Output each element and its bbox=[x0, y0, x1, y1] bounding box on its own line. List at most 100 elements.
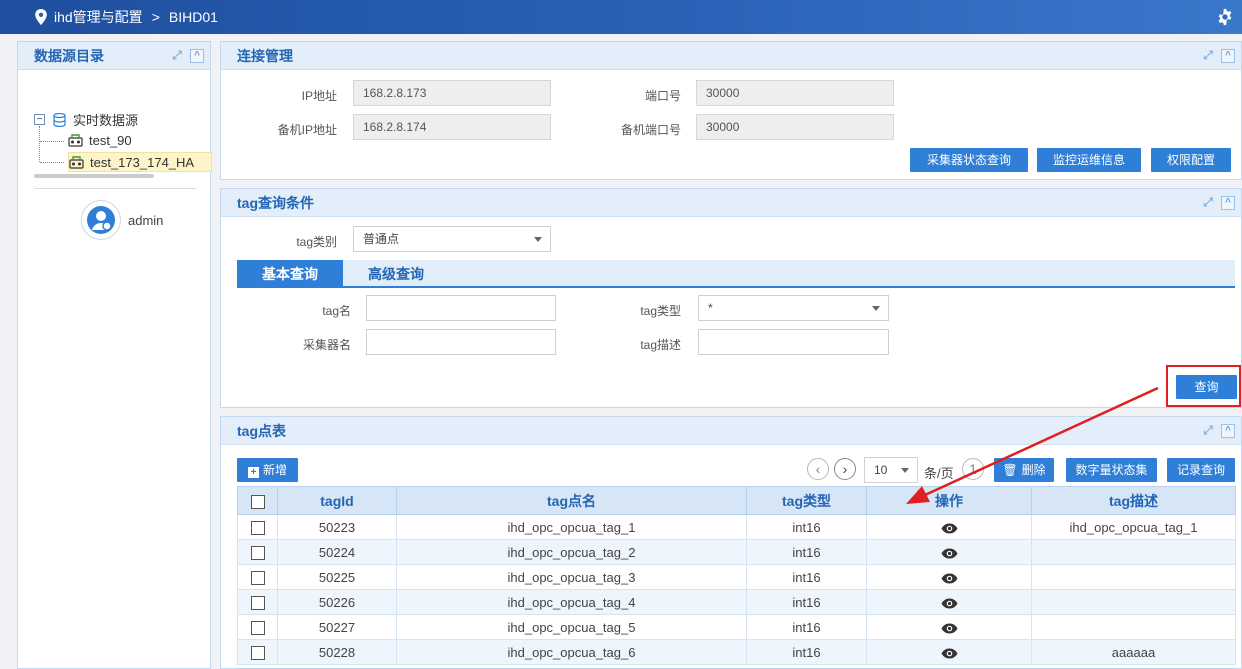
column-header-tag-name[interactable]: tag点名 bbox=[396, 486, 747, 515]
tree-node-test-90[interactable]: test_90 bbox=[68, 130, 136, 150]
tag-type-cell: int16 bbox=[746, 514, 867, 540]
collapse-icon[interactable]: ^ bbox=[1221, 196, 1235, 210]
row-checkbox[interactable] bbox=[250, 595, 265, 610]
port-label: 端口号 bbox=[644, 89, 681, 103]
page-number-icon[interactable]: 1 bbox=[962, 458, 984, 480]
tag-category-select[interactable]: 普通点 bbox=[353, 226, 551, 252]
tree-root-label: 实时数据源 bbox=[73, 113, 139, 128]
breadcrumb-current: BIHD01 bbox=[168, 9, 218, 25]
collector-status-button[interactable]: 采集器状态查询 bbox=[910, 148, 1028, 172]
next-page-icon[interactable]: › bbox=[834, 458, 856, 480]
eye-icon[interactable] bbox=[941, 598, 958, 609]
database-icon bbox=[53, 112, 66, 127]
collector-name-input[interactable] bbox=[366, 329, 556, 355]
query-panel: tag查询条件 ⤢ ^ tag类别 普通点 基本查询 高级查询 tag名 tag… bbox=[220, 188, 1242, 408]
tree-connector bbox=[40, 141, 64, 142]
tree-node-test-173-174-ha[interactable]: test_173_174_HA bbox=[68, 152, 212, 172]
row-checkbox[interactable] bbox=[250, 545, 265, 560]
tag-desc-input[interactable] bbox=[698, 329, 889, 355]
table-row[interactable]: 50224 ihd_opc_opcua_tag_2 int16 bbox=[237, 539, 1236, 565]
select-all-cell[interactable] bbox=[237, 486, 278, 515]
user-info[interactable]: admin bbox=[81, 200, 163, 240]
expand-icon[interactable]: ⤢ bbox=[1201, 424, 1215, 438]
tag-type-cell: int16 bbox=[746, 539, 867, 565]
collapse-icon[interactable]: ^ bbox=[1221, 49, 1235, 63]
tag-type-label: tag类型 bbox=[640, 304, 681, 318]
tree-scrollbar[interactable] bbox=[34, 174, 154, 178]
breadcrumb-separator: > bbox=[151, 9, 160, 25]
table-row[interactable]: 50226 ihd_opc_opcua_tag_4 int16 bbox=[237, 589, 1236, 615]
table-row[interactable]: 50223 ihd_opc_opcua_tag_1 int16 ihd_opc_… bbox=[237, 514, 1236, 540]
datasource-panel-header: 数据源目录 ⤢ ^ bbox=[18, 42, 210, 70]
table-row[interactable]: 50225 ihd_opc_opcua_tag_3 int16 bbox=[237, 564, 1236, 590]
connection-panel: 连接管理 ⤢ ^ IP地址 168.2.8.173 端口号 30000 备机IP… bbox=[220, 41, 1242, 180]
monitor-ops-button[interactable]: 监控运维信息 bbox=[1037, 148, 1141, 172]
divider bbox=[34, 188, 196, 189]
tag-type-select[interactable]: * bbox=[698, 295, 889, 321]
eye-icon[interactable] bbox=[941, 548, 958, 559]
prev-page-icon[interactable]: ‹ bbox=[807, 458, 829, 480]
tree-node-label: test_173_174_HA bbox=[90, 154, 195, 170]
row-checkbox[interactable] bbox=[250, 645, 265, 660]
record-query-button[interactable]: 记录查询 bbox=[1167, 458, 1235, 482]
tag-name-cell: ihd_opc_opcua_tag_2 bbox=[396, 539, 747, 565]
user-name: admin bbox=[128, 212, 164, 228]
collapse-icon[interactable]: ^ bbox=[190, 49, 204, 63]
page-size-select[interactable]: 10 bbox=[864, 457, 918, 483]
query-panel-title: tag查询条件 bbox=[237, 194, 314, 211]
table-row[interactable]: 50227 ihd_opc_opcua_tag_5 int16 bbox=[237, 614, 1236, 640]
backup-port-field: 30000 bbox=[696, 114, 894, 140]
tab-advanced-query[interactable]: 高级查询 bbox=[343, 260, 449, 288]
column-header-tagid[interactable]: tagId bbox=[277, 486, 397, 515]
tagid-cell: 50228 bbox=[277, 639, 397, 665]
datasource-panel: 数据源目录 ⤢ ^ − 实时数据源 test_90 test_173_174_H… bbox=[17, 41, 212, 669]
select-all-checkbox[interactable] bbox=[250, 494, 265, 509]
row-checkbox[interactable] bbox=[250, 620, 265, 635]
ip-label: IP地址 bbox=[301, 89, 337, 103]
search-button[interactable]: 查询 bbox=[1176, 375, 1237, 399]
expand-icon[interactable]: ⤢ bbox=[1201, 196, 1215, 210]
page-size-value: 10 bbox=[874, 463, 888, 477]
digital-state-set-button[interactable]: 数字量状态集 bbox=[1066, 458, 1157, 482]
table-row[interactable]: 50228 ihd_opc_opcua_tag_6 int16 aaaaaa bbox=[237, 639, 1236, 665]
delete-button[interactable]: 🗑 删除 bbox=[994, 458, 1054, 482]
top-bar: ihd管理与配置 > BIHD01 bbox=[0, 0, 1242, 34]
column-header-tag-desc[interactable]: tag描述 bbox=[1031, 486, 1236, 515]
tag-table-panel-header: tag点表 ⤢ ^ bbox=[221, 417, 1241, 445]
tab-basic-query[interactable]: 基本查询 bbox=[237, 260, 343, 288]
column-header-tag-type[interactable]: tag类型 bbox=[746, 486, 867, 515]
row-checkbox[interactable] bbox=[250, 520, 265, 535]
column-header-actions: 操作 bbox=[866, 486, 1032, 515]
add-button[interactable]: + 新增 bbox=[237, 458, 298, 482]
tag-type-cell: int16 bbox=[746, 614, 867, 640]
gear-icon[interactable] bbox=[1216, 8, 1234, 26]
tag-name-cell: ihd_opc_opcua_tag_5 bbox=[396, 614, 747, 640]
collapse-toggle-icon[interactable]: − bbox=[34, 114, 45, 125]
expand-icon[interactable]: ⤢ bbox=[1201, 49, 1215, 63]
chevron-down-icon bbox=[872, 306, 880, 311]
collapse-icon[interactable]: ^ bbox=[1221, 424, 1235, 438]
eye-icon[interactable] bbox=[941, 573, 958, 584]
tree-node-root[interactable]: − 实时数据源 bbox=[34, 110, 138, 129]
eye-icon[interactable] bbox=[941, 623, 958, 634]
permission-config-button[interactable]: 权限配置 bbox=[1151, 148, 1231, 172]
tag-name-input[interactable] bbox=[366, 295, 556, 321]
avatar[interactable] bbox=[81, 200, 121, 240]
eye-icon[interactable] bbox=[941, 523, 958, 534]
expand-icon[interactable]: ⤢ bbox=[170, 49, 184, 63]
row-checkbox[interactable] bbox=[250, 570, 265, 585]
table-header-row: tagId tag点名 tag类型 操作 tag描述 bbox=[237, 486, 1236, 515]
chevron-down-icon bbox=[901, 468, 909, 473]
tree-connector bbox=[39, 126, 40, 162]
location-pin-icon bbox=[35, 9, 47, 25]
tag-desc-cell bbox=[1031, 589, 1236, 615]
app-title[interactable]: ihd管理与配置 bbox=[54, 7, 143, 27]
tree-node-label: test_90 bbox=[89, 132, 132, 148]
port-field: 30000 bbox=[696, 80, 894, 106]
tag-type-cell: int16 bbox=[746, 589, 867, 615]
server-node-icon bbox=[69, 156, 84, 169]
eye-icon[interactable] bbox=[941, 648, 958, 659]
page-size-unit: 条/页 bbox=[924, 466, 954, 481]
trash-icon: 🗑 bbox=[1002, 463, 1018, 477]
tag-table-panel: tag点表 ⤢ ^ + 新增 ‹ › 10 条/页 1 🗑 删除 数字量状态集 记录… bbox=[220, 416, 1242, 669]
